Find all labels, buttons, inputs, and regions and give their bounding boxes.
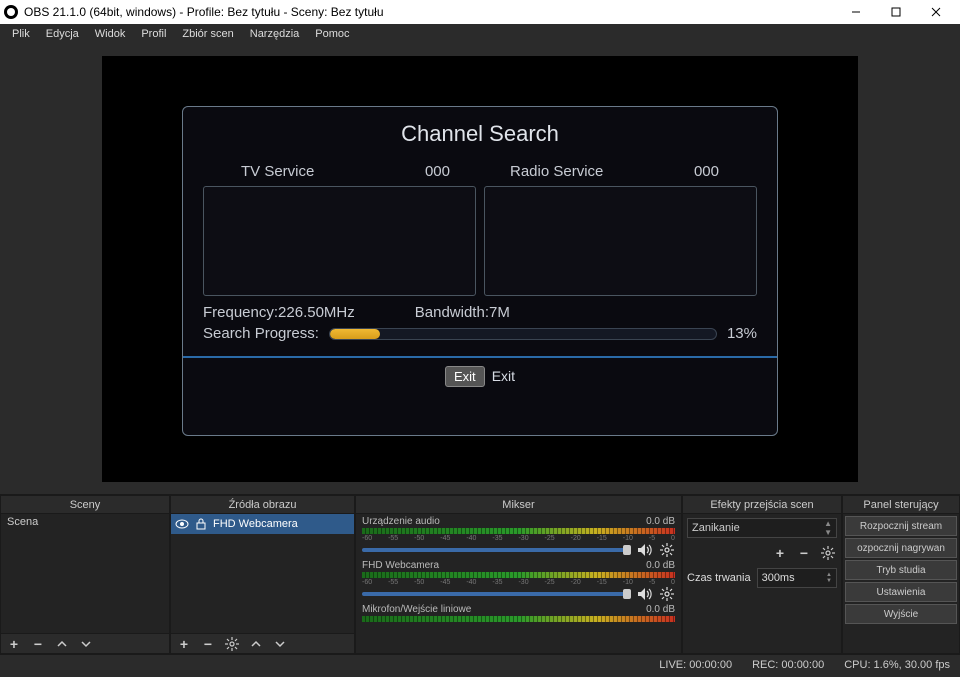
- duration-label: Czas trwania: [687, 572, 751, 584]
- search-progress-bar: [329, 328, 717, 340]
- speaker-icon[interactable]: [637, 586, 653, 602]
- transition-settings-button[interactable]: [819, 544, 837, 562]
- bandwidth-value: 7M: [489, 304, 510, 321]
- sources-header: Źródła obrazu: [171, 496, 354, 514]
- meter-ticks: -60-55-50-45-40-35-30-25-20-15-10-50: [362, 579, 675, 586]
- meter-ticks: -60-55-50-45-40-35-30-25-20-15-10-50: [362, 535, 675, 542]
- duration-value: 300ms: [762, 572, 795, 584]
- start-record-button[interactable]: ozpocznij nagrywan: [845, 538, 957, 558]
- window-title: OBS 21.1.0 (64bit, windows) - Profile: B…: [24, 5, 836, 19]
- sources-panel: Źródła obrazu FHD Webcamera + −: [170, 495, 355, 654]
- speaker-icon[interactable]: [637, 542, 653, 558]
- source-down-button[interactable]: [271, 635, 289, 653]
- preview-canvas[interactable]: Channel Search TV Service 000 Radio Serv…: [102, 56, 858, 482]
- bottom-dock: Sceny Scena + − Źródła obrazu FHD Webcam…: [0, 494, 960, 654]
- frequency-label: Frequency:: [203, 304, 278, 321]
- obs-logo-icon: [4, 5, 18, 19]
- mixer-channel-name: Urządzenie audio: [362, 516, 440, 527]
- tv-service-list: [203, 186, 476, 296]
- radio-service-list: [484, 186, 757, 296]
- mixer-channel-db: 0.0 dB: [646, 604, 675, 615]
- tv-service-count: 000: [425, 163, 450, 180]
- mixer-channel: Urządzenie audio 0.0 dB -60-55-50-45-40-35…: [362, 516, 675, 558]
- mixer-header: Mikser: [356, 496, 681, 514]
- status-live: LIVE: 00:00:00: [659, 659, 732, 671]
- menu-narzedzia[interactable]: Narzędzia: [242, 26, 308, 42]
- mixer-channel-db: 0.0 dB: [646, 516, 675, 527]
- dropdown-icon: ▲▼: [824, 519, 832, 537]
- search-progress-label: Search Progress:: [203, 325, 319, 342]
- statusbar: LIVE: 00:00:00 REC: 00:00:00 CPU: 1.6%, …: [0, 654, 960, 674]
- lock-icon[interactable]: [194, 517, 208, 531]
- exit-button[interactable]: Exit: [445, 366, 485, 387]
- source-item[interactable]: FHD Webcamera: [171, 514, 354, 534]
- mixer-channel-name: Mikrofon/Wejście liniowe: [362, 604, 471, 615]
- duration-input[interactable]: 300ms ▲▼: [757, 568, 837, 588]
- source-up-button[interactable]: [247, 635, 265, 653]
- mixer-channel-db: 0.0 dB: [646, 560, 675, 571]
- radio-service-label: Radio Service: [510, 163, 603, 180]
- add-scene-button[interactable]: +: [5, 635, 23, 653]
- channel-search-dialog: Channel Search TV Service 000 Radio Serv…: [182, 106, 778, 436]
- remove-source-button[interactable]: −: [199, 635, 217, 653]
- scene-up-button[interactable]: [53, 635, 71, 653]
- mixer-channel-name: FHD Webcamera: [362, 560, 439, 571]
- menu-profil[interactable]: Profil: [133, 26, 174, 42]
- audio-meter: [362, 528, 675, 534]
- menu-pomoc[interactable]: Pomoc: [307, 26, 357, 42]
- add-transition-button[interactable]: +: [771, 544, 789, 562]
- exit-app-button[interactable]: Wyjście: [845, 604, 957, 624]
- frequency-value: 226.50MHz: [278, 304, 355, 321]
- transitions-header: Efekty przejścia scen: [683, 496, 841, 514]
- exit-label: Exit: [492, 368, 515, 384]
- transition-select[interactable]: Zanikanie ▲▼: [687, 518, 837, 538]
- source-settings-button[interactable]: [223, 635, 241, 653]
- bandwidth-label: Bandwidth:: [415, 304, 489, 321]
- source-label: FHD Webcamera: [213, 518, 298, 530]
- menu-edycja[interactable]: Edycja: [38, 26, 87, 42]
- visibility-icon[interactable]: [175, 517, 189, 531]
- settings-button[interactable]: Ustawienia: [845, 582, 957, 602]
- maximize-button[interactable]: [876, 0, 916, 24]
- scenes-header: Sceny: [1, 496, 169, 514]
- preview-area: Channel Search TV Service 000 Radio Serv…: [0, 44, 960, 494]
- scene-item[interactable]: Scena: [1, 514, 169, 530]
- gear-icon[interactable]: [659, 586, 675, 602]
- volume-slider[interactable]: [362, 548, 631, 552]
- remove-scene-button[interactable]: −: [29, 635, 47, 653]
- close-button[interactable]: [916, 0, 956, 24]
- studio-mode-button[interactable]: Tryb studia: [845, 560, 957, 580]
- gear-icon[interactable]: [659, 542, 675, 558]
- transition-selected: Zanikanie: [692, 522, 740, 534]
- audio-meter: [362, 616, 675, 622]
- menubar: Plik Edycja Widok Profil Zbiór scen Narz…: [0, 24, 960, 44]
- search-progress-pct: 13%: [727, 325, 757, 342]
- mixer-panel: Mikser Urządzenie audio 0.0 dB -60-55-50-4…: [355, 495, 682, 654]
- controls-panel: Panel sterujący Rozpocznij stream ozpocz…: [842, 495, 960, 654]
- menu-zbior-scen[interactable]: Zbiór scen: [174, 26, 241, 42]
- remove-transition-button[interactable]: −: [795, 544, 813, 562]
- scene-down-button[interactable]: [77, 635, 95, 653]
- add-source-button[interactable]: +: [175, 635, 193, 653]
- audio-meter: [362, 572, 675, 578]
- tv-service-label: TV Service: [241, 163, 314, 180]
- scenes-panel: Sceny Scena + −: [0, 495, 170, 654]
- channel-search-title: Channel Search: [183, 121, 777, 147]
- menu-widok[interactable]: Widok: [87, 26, 134, 42]
- controls-header: Panel sterujący: [843, 496, 959, 514]
- volume-slider[interactable]: [362, 592, 631, 596]
- window-titlebar: OBS 21.1.0 (64bit, windows) - Profile: B…: [0, 0, 960, 24]
- start-stream-button[interactable]: Rozpocznij stream: [845, 516, 957, 536]
- spinner-arrows-icon[interactable]: ▲▼: [826, 572, 832, 584]
- mixer-channel: FHD Webcamera 0.0 dB -60-55-50-45-40-35-30…: [362, 560, 675, 602]
- menu-plik[interactable]: Plik: [4, 26, 38, 42]
- minimize-button[interactable]: [836, 0, 876, 24]
- radio-service-count: 000: [694, 163, 719, 180]
- status-rec: REC: 00:00:00: [752, 659, 824, 671]
- mixer-channel: Mikrofon/Wejście liniowe 0.0 dB: [362, 604, 675, 622]
- transitions-panel: Efekty przejścia scen Zanikanie ▲▼ + − C…: [682, 495, 842, 654]
- status-cpu: CPU: 1.6%, 30.00 fps: [844, 659, 950, 671]
